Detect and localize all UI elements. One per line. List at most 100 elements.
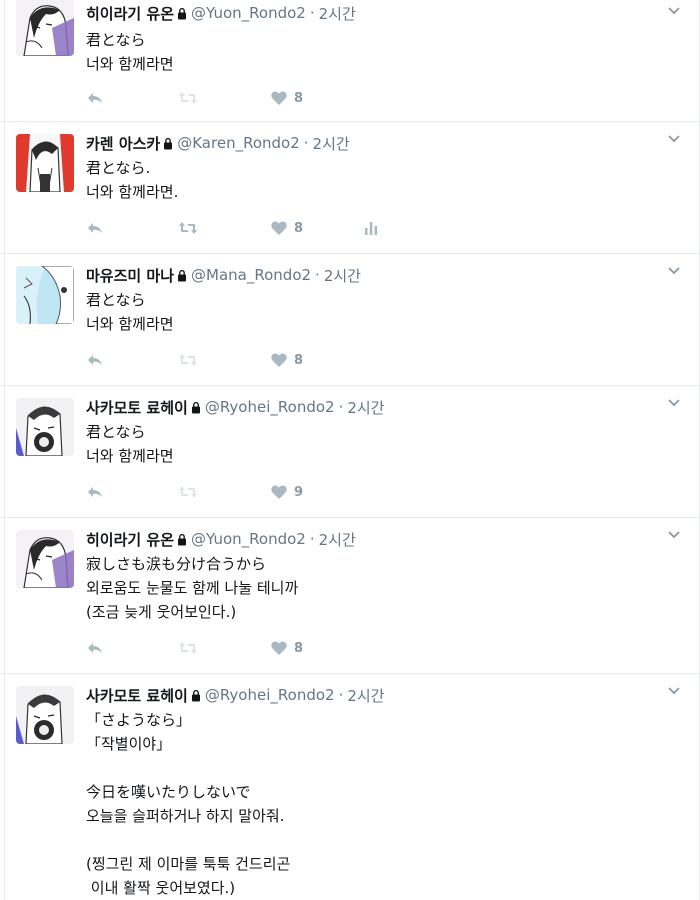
reply-button[interactable]	[86, 483, 178, 501]
avatar-yuon-image	[16, 0, 74, 56]
heart-icon	[271, 353, 287, 367]
display-name[interactable]: 사카모토 료헤이	[86, 685, 188, 706]
avatar[interactable]	[16, 686, 74, 744]
user-handle[interactable]: @Ryohei_Rondo2	[205, 398, 335, 416]
separator: ·	[315, 266, 320, 284]
tweet[interactable]: 카렌 아스카 @Karen_Rondo2 · 2시간 君となら. 너와 함께라면…	[0, 122, 700, 254]
display-name[interactable]: 히이라기 유온	[86, 529, 174, 550]
tweet-text: 「さようなら」 「작별이야」 今日を嘆いたりしないで 오늘을 슬퍼하거나 하지 …	[86, 711, 291, 897]
tweet-header: 마유즈미 마나 @Mana_Rondo2 · 2시간	[86, 264, 688, 286]
reply-button[interactable]	[86, 219, 178, 237]
chevron-down-icon[interactable]	[666, 262, 682, 278]
tweet-actions: 8	[86, 350, 688, 370]
display-name[interactable]: 카렌 아스카	[86, 133, 160, 154]
tweet-actions: 8	[86, 88, 688, 108]
tweet-text: 君となら. 너와 함께라면.	[86, 159, 179, 201]
tweet-text: 君となら 너와 함께라면	[86, 31, 174, 73]
avatar-ryohei-image	[16, 398, 74, 456]
tweet-text: 寂しさも涙も分け合うから 외로움도 눈물도 함께 나눌 테니까 (조금 늦게 웃…	[86, 555, 299, 621]
retweet-button[interactable]	[178, 483, 270, 501]
separator: ·	[303, 134, 309, 152]
lock-icon	[178, 7, 187, 19]
display-name[interactable]: 마유즈미 마나	[86, 265, 174, 286]
heart-icon	[271, 485, 287, 499]
avatar[interactable]	[16, 0, 74, 56]
analytics-icon	[365, 222, 378, 235]
retweet-button[interactable]	[178, 219, 270, 237]
tweet-text: 君となら 너와 함께라면	[86, 423, 174, 465]
heart-icon	[271, 91, 287, 105]
reply-icon	[88, 643, 102, 653]
tweet[interactable]: 사카모토 료헤이 @Ryohei_Rondo2 · 2시간 君となら 너와 함께…	[0, 386, 700, 518]
separator: ·	[309, 530, 315, 548]
tweet-header: 카렌 아스카 @Karen_Rondo2 · 2시간	[86, 132, 688, 154]
chevron-down-icon[interactable]	[666, 2, 682, 18]
like-button[interactable]: 9	[270, 483, 362, 501]
tweet-actions: 8	[86, 218, 688, 238]
lock-icon	[164, 137, 173, 149]
tweet[interactable]: 히이라기 유온 @Yuon_Rondo2 · 2시간 君となら 너와 함께라면 …	[0, 0, 700, 122]
tweet-header: 사카모토 료헤이 @Ryohei_Rondo2 · 2시간	[86, 396, 688, 418]
retweet-icon	[179, 486, 197, 498]
avatar-yuon-image	[16, 530, 74, 588]
like-button[interactable]: 8	[270, 639, 362, 657]
user-handle[interactable]: @Yuon_Rondo2	[191, 4, 306, 22]
reply-button[interactable]	[86, 639, 178, 657]
user-handle[interactable]: @Karen_Rondo2	[177, 134, 300, 152]
tweet[interactable]: 사카모토 료헤이 @Ryohei_Rondo2 · 2시간 「さようなら」 「작…	[0, 674, 700, 900]
lock-icon	[178, 533, 187, 545]
avatar[interactable]	[16, 266, 74, 324]
display-name[interactable]: 사카모토 료헤이	[86, 397, 188, 418]
heart-icon	[271, 641, 287, 655]
chevron-down-icon[interactable]	[666, 526, 682, 542]
timestamp[interactable]: 2시간	[324, 265, 361, 286]
like-button[interactable]: 8	[270, 89, 362, 107]
chevron-down-icon[interactable]	[666, 130, 682, 146]
reply-icon	[88, 93, 102, 103]
tweet-actions: 9	[86, 482, 688, 502]
user-handle[interactable]: @Ryohei_Rondo2	[205, 686, 335, 704]
like-count: 8	[294, 220, 304, 236]
avatar-karen-image	[16, 134, 74, 192]
chevron-down-icon[interactable]	[666, 394, 682, 410]
separator: ·	[338, 686, 344, 704]
avatar[interactable]	[16, 398, 74, 456]
reply-button[interactable]	[86, 89, 178, 107]
avatar-ryohei-image	[16, 686, 74, 744]
avatar[interactable]	[16, 134, 74, 192]
user-handle[interactable]: @Yuon_Rondo2	[191, 530, 306, 548]
like-button[interactable]: 8	[270, 351, 362, 369]
like-count: 8	[294, 90, 304, 106]
separator: ·	[309, 4, 315, 22]
reply-icon	[88, 487, 102, 497]
tweet-header: 히이라기 유온 @Yuon_Rondo2 · 2시간	[86, 528, 688, 550]
retweet-icon	[179, 222, 197, 234]
tweet-header: 사카모토 료헤이 @Ryohei_Rondo2 · 2시간	[86, 684, 688, 706]
timestamp[interactable]: 2시간	[319, 529, 356, 550]
reply-button[interactable]	[86, 351, 178, 369]
timestamp[interactable]: 2시간	[313, 133, 350, 154]
display-name[interactable]: 히이라기 유온	[86, 3, 174, 24]
timestamp[interactable]: 2시간	[319, 3, 356, 24]
avatar[interactable]	[16, 530, 74, 588]
retweet-button[interactable]	[178, 639, 270, 657]
like-button[interactable]: 8	[270, 219, 362, 237]
avatar-mana-image	[16, 266, 74, 324]
like-count: 8	[294, 640, 304, 656]
analytics-button[interactable]	[362, 219, 454, 237]
like-count: 8	[294, 352, 304, 368]
retweet-icon	[179, 354, 197, 366]
retweet-button[interactable]	[178, 89, 270, 107]
retweet-button[interactable]	[178, 351, 270, 369]
reply-icon	[88, 223, 102, 233]
user-handle[interactable]: @Mana_Rondo2	[191, 266, 311, 284]
tweet[interactable]: 마유즈미 마나 @Mana_Rondo2 · 2시간 君となら 너와 함께라면 …	[0, 254, 700, 386]
tweet-text: 君となら 너와 함께라면	[86, 291, 174, 333]
timestamp[interactable]: 2시간	[347, 397, 384, 418]
lock-icon	[191, 689, 200, 701]
tweet-header: 히이라기 유온 @Yuon_Rondo2 · 2시간	[86, 0, 688, 26]
chevron-down-icon[interactable]	[666, 682, 682, 698]
reply-icon	[88, 355, 102, 365]
tweet[interactable]: 히이라기 유온 @Yuon_Rondo2 · 2시간 寂しさも涙も分け合うから …	[0, 518, 700, 674]
timestamp[interactable]: 2시간	[347, 685, 384, 706]
